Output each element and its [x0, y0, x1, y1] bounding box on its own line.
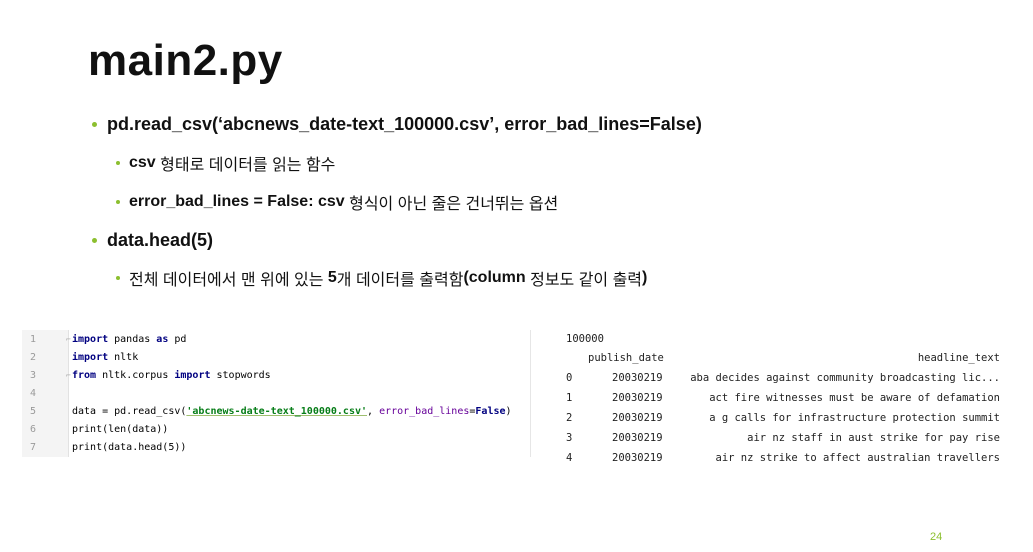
row-index: 1 [566, 392, 573, 404]
sub-bullet-csv-desc: 형태로 데이터를 읽는 함수 [155, 157, 336, 174]
row-date: 20030219 [612, 452, 663, 464]
output-header-text: headline_text [917, 352, 1000, 364]
code-text: import nltk [72, 352, 139, 363]
head-desc-part-c: 개 데이터를 출력함 [336, 272, 464, 289]
code-text: print(len(data)) [72, 424, 169, 435]
code-line-7: 7 print(data.head(5)) [22, 439, 530, 457]
row-date: 20030219 [612, 392, 663, 404]
row-headline: air nz strike to affect australian trave… [715, 452, 1000, 464]
sub-bullet-error-desc: 형식이 아닌 줄은 건너뛰는 옵션 [344, 196, 559, 213]
row-headline: a g calls for infrastructure protection … [709, 412, 1000, 424]
bullet-head-text: data.head(5) [107, 230, 214, 250]
code-text: import pandas as pd [72, 334, 187, 345]
line-number: 7 [30, 442, 37, 453]
line-number: 6 [30, 424, 37, 435]
row-index: 0 [566, 372, 573, 384]
row-headline: air nz staff in aust strike for pay rise [747, 432, 1000, 444]
bullet-head: data.head(5) [92, 230, 213, 251]
line-number: 5 [30, 406, 37, 417]
slide-title: main2.py [88, 36, 283, 85]
line-number: 3 [30, 370, 37, 381]
bullet-dot [116, 200, 120, 204]
code-line-1: 1 ⌐ import pandas as pd [22, 331, 530, 349]
sub-bullet-csv-term: csv [129, 154, 156, 171]
row-date: 20030219 [612, 432, 663, 444]
bullet-read-csv: pd.read_csv(‘abcnews_date-text_100000.cs… [92, 114, 702, 135]
head-desc-part-e: 정보도 같이 출력 [525, 272, 643, 289]
code-text: print(data.head(5)) [72, 442, 187, 453]
head-desc-part-d: (column [463, 269, 526, 286]
sub-bullet-error-option: error_bad_lines = False: csv 형식이 아닌 줄은 건… [116, 190, 558, 214]
sub-bullet-csv-reader: csv 형태로 데이터를 읽는 함수 [116, 151, 335, 175]
bullet-dot [116, 276, 120, 280]
code-text: data = pd.read_csv('abcnews-date-text_10… [72, 406, 512, 417]
bullet-dot [116, 161, 120, 165]
code-line-6: 6 print(len(data)) [22, 421, 530, 439]
row-index: 2 [566, 412, 573, 424]
code-editor: 1 ⌐ import pandas as pd 2 import nltk 3 … [22, 330, 531, 457]
sub-bullet-head-desc: 전체 데이터에서 맨 위에 있는 5 개 데이터를 출력함 (column 정보… [116, 266, 647, 290]
row-date: 20030219 [612, 412, 663, 424]
page-number: 24 [930, 531, 943, 543]
code-text: from nltk.corpus import stopwords [72, 370, 271, 381]
row-date: 20030219 [612, 372, 663, 384]
fold-marker-icon: ⌐ [66, 335, 71, 344]
line-number: 4 [30, 388, 37, 399]
code-line-3: 3 ⌐ from nltk.corpus import stopwords [22, 367, 530, 385]
line-number: 2 [30, 352, 37, 363]
row-index: 4 [566, 452, 573, 464]
output-header-date: publish_date [588, 352, 664, 364]
sub-bullet-error-term: error_bad_lines = False: csv [129, 193, 345, 210]
code-line-5: 5 data = pd.read_csv('abcnews-date-text_… [22, 403, 530, 421]
row-headline: act fire witnesses must be aware of defa… [709, 392, 1000, 404]
bullet-read-csv-text: pd.read_csv(‘abcnews_date-text_100000.cs… [107, 114, 702, 134]
row-index: 3 [566, 432, 573, 444]
line-number: 1 [30, 334, 37, 345]
fold-marker-icon: ⌐ [66, 371, 71, 380]
code-line-4: 4 [22, 385, 530, 403]
head-desc-part-b: 5 [327, 269, 337, 286]
row-headline: aba decides against community broadcasti… [690, 372, 1000, 384]
bullet-dot [92, 238, 97, 243]
head-desc-part-f: ) [642, 269, 648, 286]
head-desc-part-a: 전체 데이터에서 맨 위에 있는 [129, 272, 328, 289]
bullet-dot [92, 122, 97, 127]
output-count: 100000 [566, 333, 604, 345]
code-line-2: 2 import nltk [22, 349, 530, 367]
